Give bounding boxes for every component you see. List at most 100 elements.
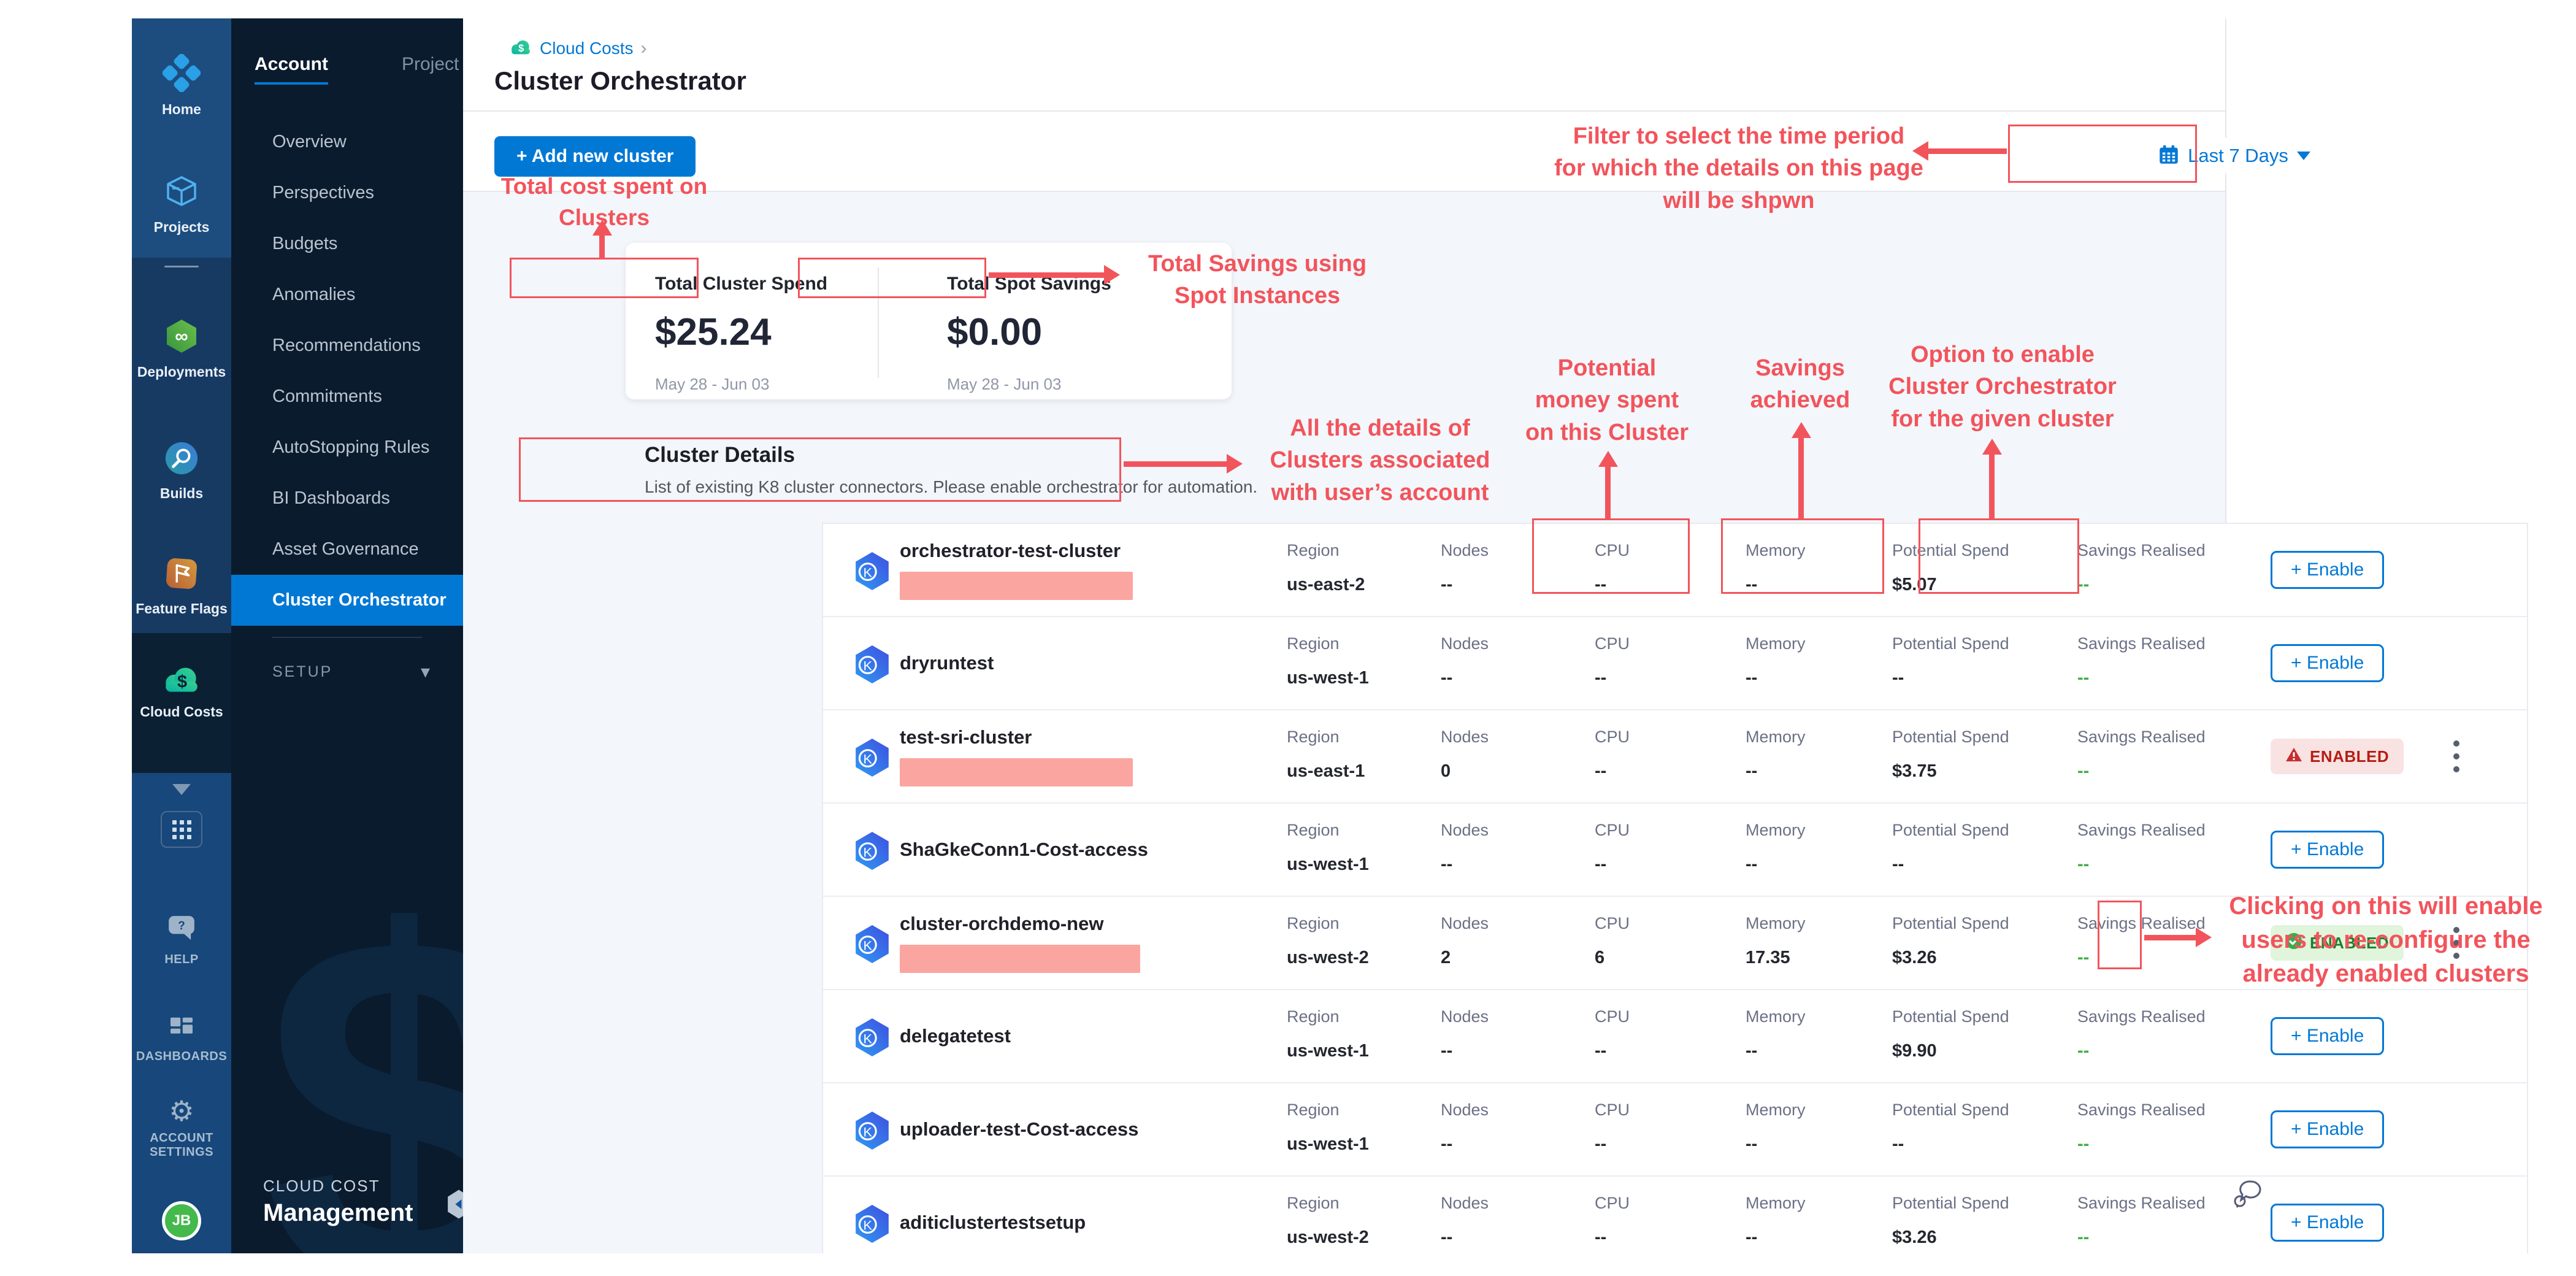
cell-potential-spend: Potential Spend$3.75 (1892, 710, 2009, 802)
enable-button[interactable]: + Enable (2271, 1204, 2384, 1242)
cluster-name: aditiclustertestsetup (900, 1212, 1086, 1234)
cell-label: Nodes (1441, 1101, 1489, 1120)
rail-item-feature-flags[interactable]: Feature Flags (132, 556, 231, 617)
cell-value: -- (1746, 1228, 1806, 1248)
cell-region: Regionus-west-1 (1287, 804, 1369, 896)
chevron-down-icon[interactable] (172, 784, 191, 795)
enable-button[interactable]: + Enable (2271, 831, 2384, 869)
rail-label: Builds (160, 485, 203, 501)
date-range-filter[interactable]: Last 7 Days (2150, 138, 2319, 174)
cloud-costs-breadcrumb-icon: $ (509, 38, 532, 59)
cell-label: Nodes (1441, 1007, 1489, 1026)
table-row-dryruntest: K dryruntest Regionus-west-1 Nodes-- CPU… (823, 617, 2527, 710)
cell-label: Potential Spend (1892, 914, 2009, 933)
module-grid-button[interactable] (161, 811, 202, 848)
rail-item-home[interactable]: Home (132, 54, 231, 117)
cell-value: us-west-2 (1287, 1228, 1369, 1248)
nav-item-commitments[interactable]: Commitments (231, 371, 463, 422)
nav-item-bi-dashboards[interactable]: BI Dashboards (231, 473, 463, 524)
chat-launcher-icon[interactable] (2233, 1179, 2264, 1212)
cell-savings-realised: Savings Realised-- (2077, 1177, 2206, 1253)
kubernetes-cluster-icon: K (854, 1204, 890, 1247)
cell-value: -- (1595, 1041, 1630, 1061)
nav-item-budgets[interactable]: Budgets (231, 218, 463, 269)
cell-label: Memory (1746, 728, 1806, 747)
cell-label: Potential Spend (1892, 728, 2009, 747)
rail-item-account-settings[interactable]: ⚙ ACCOUNT SETTINGS (132, 1097, 231, 1159)
cell-memory: Memory-- (1746, 524, 1806, 616)
enable-button[interactable]: + Enable (2271, 1017, 2384, 1055)
collapse-nav-button[interactable] (447, 1189, 463, 1223)
nav-setup-toggle[interactable]: SETUP ▾ (272, 661, 432, 683)
nav-item-recommendations[interactable]: Recommendations (231, 320, 463, 371)
svg-text:K: K (864, 564, 873, 580)
kubernetes-cluster-icon: K (854, 1111, 890, 1153)
enable-button[interactable]: + Enable (2271, 644, 2384, 682)
nav-item-perspectives[interactable]: Perspectives (231, 167, 463, 218)
cluster-name: cluster-orchdemo-new (900, 913, 1140, 935)
rail-item-help[interactable]: ? HELP (132, 914, 231, 967)
annotation-spot-savings: Total Savings using Spot Instances (1129, 248, 1386, 312)
nav-item-autostopping-rules[interactable]: AutoStopping Rules (231, 422, 463, 473)
cell-label: Potential Spend (1892, 821, 2009, 840)
cell-nodes: Nodes -- (1441, 804, 1489, 896)
cluster-name-block: aditiclustertestsetup (900, 1177, 1086, 1253)
deployments-icon: ∞ (163, 318, 200, 358)
svg-text:K: K (864, 937, 873, 953)
cell-memory: Memory-- (1746, 617, 1806, 709)
rail-item-cloud-costs[interactable]: $ Cloud Costs (132, 664, 231, 720)
cell-savings-realised: Savings Realised-- (2077, 617, 2206, 709)
rail-label: ACCOUNT SETTINGS (150, 1131, 213, 1159)
kebab-menu[interactable] (2447, 710, 2466, 802)
cell-label: Nodes (1441, 634, 1489, 653)
stat-divider (878, 267, 879, 378)
cell-label: Region (1287, 541, 1365, 560)
cell-value: -- (1441, 1134, 1489, 1155)
stat-value: $25.24 (655, 310, 827, 354)
cluster-name-block: orchestrator-test-cluster (900, 524, 1133, 616)
nav-item-anomalies[interactable]: Anomalies (231, 269, 463, 320)
cell-value: -- (1441, 668, 1489, 688)
enable-button[interactable]: + Enable (2271, 1110, 2384, 1148)
table-row-delegatetest: K delegatetest Regionus-west-1 Nodes-- C… (823, 990, 2527, 1083)
cell-savings-realised: Savings Realised-- (2077, 804, 2206, 896)
cell-value: -- (2077, 761, 2206, 782)
rail-item-builds[interactable]: Builds (132, 440, 231, 501)
cluster-name-block: uploader-test-Cost-access (900, 1083, 1138, 1175)
breadcrumb: $ Cloud Costs › (509, 38, 647, 59)
cell-label: CPU (1595, 634, 1630, 653)
cell-value: -- (1441, 575, 1489, 595)
nav-item-asset-governance[interactable]: Asset Governance (231, 524, 463, 575)
cell-savings-realised: Savings Realised-- (2077, 710, 2206, 802)
cluster-name-block: cluster-orchdemo-new (900, 897, 1140, 989)
rail-item-dashboards[interactable]: DASHBOARDS (132, 1013, 231, 1064)
cell-value: -- (1441, 855, 1489, 875)
cell-potential-spend: Potential Spend$3.26 (1892, 1177, 2009, 1253)
nav-item-overview[interactable]: Overview (231, 117, 463, 167)
breadcrumb-link[interactable]: Cloud Costs (540, 39, 634, 58)
cell-value: -- (2077, 1041, 2206, 1061)
avatar[interactable]: JB (162, 1201, 201, 1240)
nav-item-cluster-orchestrator[interactable]: Cluster Orchestrator (231, 575, 463, 626)
cluster-name: test-sri-cluster (900, 726, 1133, 748)
rail-item-projects[interactable]: Projects (132, 173, 231, 235)
cell-memory: Memory-- (1746, 710, 1806, 802)
cluster-table: K orchestrator-test-cluster Regionus-eas… (822, 523, 2528, 1253)
cell-value: -- (1746, 1134, 1806, 1155)
cell-value: 17.35 (1746, 948, 1806, 968)
tab-account[interactable]: Account (255, 54, 328, 85)
cell-value: -- (1441, 1041, 1489, 1061)
brand-kicker: CLOUD COST (263, 1177, 413, 1196)
dashboards-icon (165, 1013, 198, 1043)
cell-memory: Memory-- (1746, 990, 1806, 1082)
total-spot-savings-stat: Total Spot Savings $0.00 May 28 - Jun 03 (947, 274, 1111, 394)
rail-item-deployments[interactable]: ∞ Deployments (132, 318, 231, 380)
cell-label: Nodes (1441, 821, 1489, 840)
enable-button[interactable]: + Enable (2271, 551, 2384, 589)
tab-project[interactable]: Project (402, 54, 459, 85)
cell-nodes: Nodes -- (1441, 990, 1489, 1082)
stat-value: $0.00 (947, 310, 1111, 354)
cell-label: Region (1287, 728, 1365, 747)
table-row-aditiclustertestsetup: K aditiclustertestsetup Regionus-west-2 … (823, 1177, 2527, 1253)
cell-nodes: Nodes-- (1441, 1177, 1489, 1253)
